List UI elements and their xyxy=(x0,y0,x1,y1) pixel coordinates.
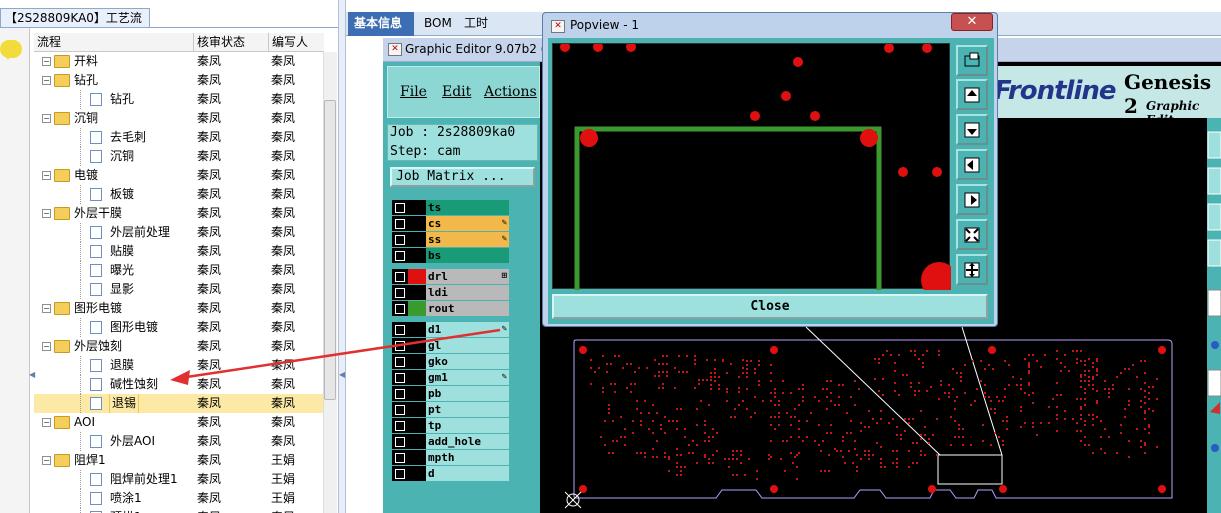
pv-hole xyxy=(781,91,791,101)
pv-hole xyxy=(921,262,957,298)
pv-hole xyxy=(626,42,636,52)
popview-title[interactable]: Popview - 1 xyxy=(570,18,639,32)
popview-canvas[interactable] xyxy=(552,42,957,298)
popview-rout-outline xyxy=(574,126,882,297)
pv-hole xyxy=(860,129,878,147)
pv-hole xyxy=(580,129,598,147)
annotation-arrow-line xyxy=(179,328,501,380)
popview-close-x-button[interactable]: ✕ xyxy=(951,13,993,31)
zoom-in-icon[interactable] xyxy=(956,254,988,285)
pv-hole xyxy=(884,43,894,53)
zoom-out-icon[interactable] xyxy=(956,219,988,250)
pv-hole xyxy=(810,111,820,121)
pv-hole xyxy=(922,43,932,53)
pv-hole xyxy=(750,111,760,121)
zoom-fit-icon[interactable] xyxy=(956,45,988,76)
pv-hole xyxy=(898,167,908,177)
pan-right-icon[interactable] xyxy=(956,184,988,215)
popview-close-button[interactable]: Close xyxy=(552,294,988,319)
pv-hole xyxy=(793,57,803,67)
pv-hole xyxy=(932,167,942,177)
pan-left-icon[interactable] xyxy=(956,149,988,180)
pv-hole xyxy=(560,42,570,52)
pan-up-icon[interactable] xyxy=(956,79,988,110)
annotation-arrow-head xyxy=(170,370,190,385)
pan-down-icon[interactable] xyxy=(956,114,988,145)
popview-drawing[interactable] xyxy=(553,42,957,298)
popview-app-icon: ✕ xyxy=(551,20,565,33)
pv-hole xyxy=(593,42,603,52)
